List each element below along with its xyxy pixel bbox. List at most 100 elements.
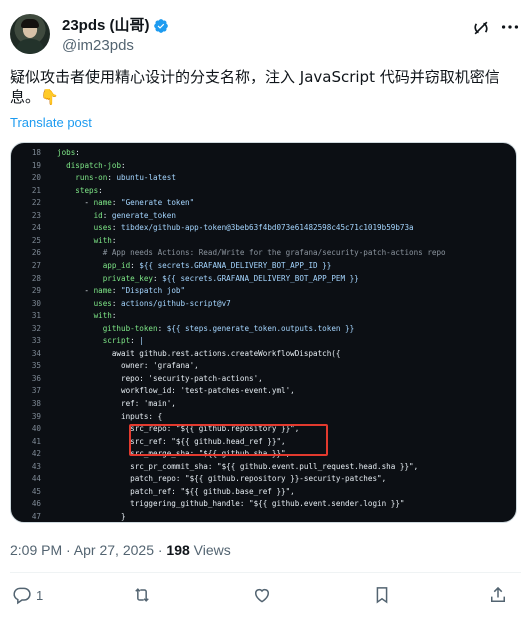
code-line: 34 await github.rest.actions.createWorkf… (11, 348, 516, 359)
code-line: 25 with: (11, 235, 516, 246)
code-text: - name: "Generate token" (57, 198, 195, 208)
line-number: 36 (31, 373, 41, 383)
line-number: 43 (31, 461, 41, 471)
code-line: 31 with: (11, 310, 516, 321)
code-text: ref: 'main', (57, 399, 176, 408)
line-number: 41 (31, 436, 41, 446)
code-line: 28 private_key: ${{ secrets.GRAFANA_DELI… (11, 273, 516, 284)
reply-button[interactable]: 1 (12, 584, 43, 606)
code-line: 30 uses: actions/github-script@v7 (11, 298, 516, 309)
line-number: 25 (31, 235, 41, 245)
line-number: 32 (31, 323, 41, 333)
code-text: dispatch-job: (66, 160, 126, 170)
code-text: jobs: (57, 148, 80, 157)
code-text: app_id: ${{ secrets.GRAFANA_DELIVERY_BOT… (102, 260, 332, 270)
code-line: 43 src_pr_commit_sha: "${{ github.event.… (11, 461, 516, 472)
code-screenshot-image[interactable]: 18 jobs: 19 dispatch-job: 20 runs-on: ubunt… (10, 142, 517, 523)
line-number: 38 (31, 399, 41, 408)
code-line: 44 patch_repo: "${{ github.repository }}… (11, 473, 516, 484)
line-number: 27 (31, 260, 41, 270)
views-count: 198 (166, 542, 190, 558)
line-number: 46 (31, 499, 41, 509)
code-line: 38 ref: 'main', (11, 398, 516, 409)
code-text: patch_ref: "${{ github.base_ref }}", (57, 486, 295, 496)
code-text: steps: (75, 185, 103, 195)
bookmark-button[interactable] (372, 584, 392, 606)
code-text: triggering_github_handle: "${{ github.ev… (57, 499, 405, 509)
code-line: 29 - name: "Dispatch job" (11, 285, 516, 296)
code-text: script: | (102, 336, 144, 346)
share-button[interactable] (488, 584, 508, 606)
share-icon (491, 586, 505, 602)
code-text: # App needs Actions: Read/Write for the … (57, 248, 446, 258)
line-number: 18 (31, 148, 41, 157)
code-line: 33 script: | (11, 335, 516, 346)
line-number: 39 (31, 411, 41, 421)
line-number: 21 (31, 185, 41, 195)
code-text: await github.rest.actions.createWorkflow… (57, 348, 341, 358)
code-line: 39 inputs: { (11, 411, 516, 422)
verified-badge-icon (153, 18, 168, 33)
views-label: Views (189, 542, 231, 558)
code-text: uses: tibdex/github-app-token@3beb63f4bd… (93, 223, 414, 233)
grok-icon[interactable] (471, 18, 491, 38)
highlight-annotation-box (129, 424, 328, 456)
code-line: 32 github-token: ${{ steps.generate_toke… (11, 323, 516, 334)
code-line: 21 steps: (11, 185, 516, 196)
code-text: repo: 'security-patch-actions', (57, 373, 263, 383)
line-number: 28 (31, 273, 41, 283)
tweet-text: 疑似攻击者使用精心设计的分支名称，注入 JavaScript 代码并窃取机密信息… (10, 68, 500, 106)
tweet-meta: 2:09 PM · Apr 27, 2025 · 198 Views (10, 542, 231, 558)
avatar[interactable] (10, 14, 50, 54)
code-line: 22 - name: "Generate token" (11, 197, 516, 208)
code-line: 18 jobs: (11, 147, 516, 158)
code-text: runs-on: ubuntu-latest (75, 173, 176, 183)
divider (10, 572, 521, 573)
line-number: 20 (31, 173, 41, 183)
more-options-icon[interactable] (499, 16, 521, 38)
code-text: github-token: ${{ steps.generate_token.o… (102, 323, 355, 333)
code-text: src_pr_commit_sha: "${{ github.event.pul… (57, 461, 419, 471)
code-text: uses: actions/github-script@v7 (93, 298, 231, 308)
code-line: 27 app_id: ${{ secrets.GRAFANA_DELIVERY_… (11, 260, 516, 271)
line-number: 40 (31, 424, 41, 434)
code-text: - name: "Dispatch job" (57, 286, 186, 296)
code-line: 20 runs-on: ubuntu-latest (11, 172, 516, 183)
code-text: id: generate_token (93, 210, 176, 220)
translate-post-link[interactable]: Translate post (10, 115, 92, 130)
line-number: 24 (31, 223, 41, 233)
line-number: 44 (31, 474, 41, 484)
timestamp[interactable]: 2:09 PM · Apr 27, 2025 · (10, 542, 166, 558)
line-number: 45 (31, 486, 41, 496)
code-text: owner: 'grafana', (57, 361, 199, 371)
code-text: with: (93, 311, 117, 321)
code-line: 45 patch_ref: "${{ github.base_ref }}", (11, 486, 516, 497)
code-line: 37 workflow_id: 'test-patches-event.yml'… (11, 385, 516, 396)
line-number: 19 (31, 160, 41, 170)
line-number: 22 (31, 198, 41, 208)
line-number: 35 (31, 361, 41, 371)
line-number: 31 (31, 311, 41, 321)
repost-button[interactable] (132, 584, 156, 606)
code-line: 47 } (11, 511, 516, 522)
display-name-text[interactable]: 23pds (山哥) (62, 16, 150, 35)
code-line: 36 repo: 'security-patch-actions', (11, 373, 516, 384)
code-line: 35 owner: 'grafana', (11, 360, 516, 371)
reply-count: 1 (36, 587, 44, 603)
bookmark-icon (376, 587, 388, 604)
code-text: patch_repo: "${{ github.repository }}-se… (57, 474, 387, 484)
line-number: 47 (31, 511, 41, 521)
line-number: 37 (31, 386, 41, 396)
code-text: workflow_id: 'test-patches-event.yml', (57, 386, 295, 396)
action-bar: 1 (10, 584, 510, 606)
repost-icon (135, 588, 149, 602)
code-line: 23 id: generate_token (11, 210, 516, 221)
display-name[interactable]: 23pds (山哥) (62, 16, 169, 35)
user-handle[interactable]: @im23pds (62, 36, 134, 55)
like-button[interactable] (252, 584, 276, 606)
code-line: 19 dispatch-job: (11, 160, 516, 171)
line-number: 42 (31, 449, 41, 459)
reply-icon (13, 587, 31, 605)
line-number: 30 (31, 298, 41, 308)
line-number: 26 (31, 248, 41, 258)
